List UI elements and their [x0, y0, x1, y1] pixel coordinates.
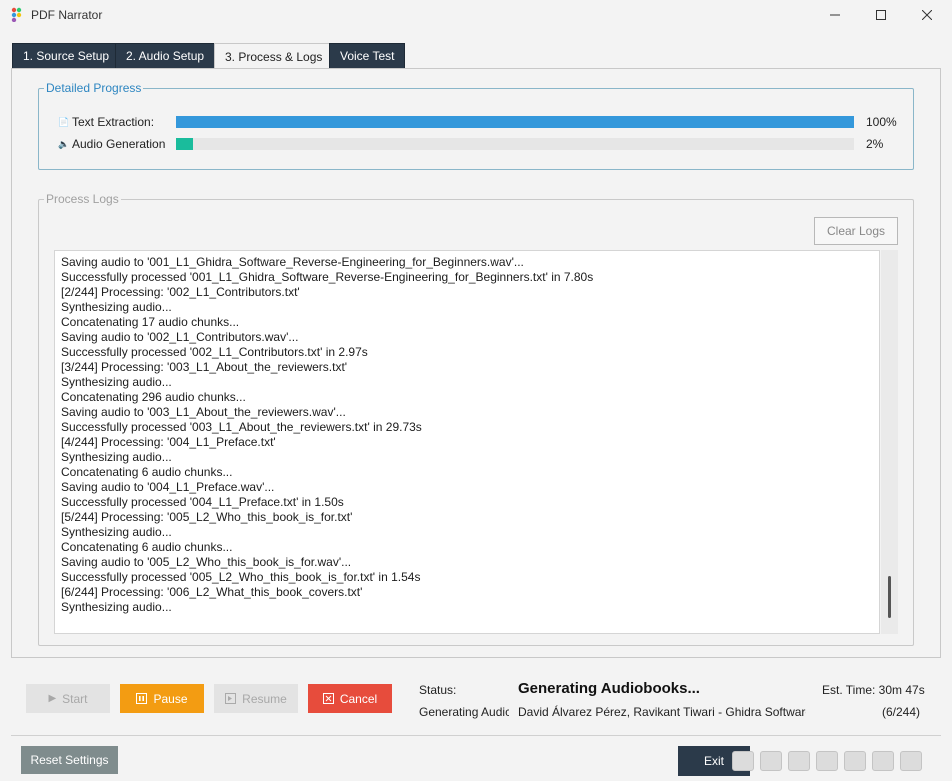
- log-line: Successfully processed '002_L1_Contribut…: [61, 345, 368, 359]
- tab-label: 3. Process & Logs: [225, 50, 323, 64]
- estimated-time: Est. Time: 30m 47s: [822, 683, 925, 697]
- close-button[interactable]: [904, 0, 950, 30]
- clear-logs-button[interactable]: Clear Logs: [814, 217, 898, 245]
- text-extraction-label-text: Text Extraction:: [72, 115, 155, 129]
- minimize-button[interactable]: [812, 0, 858, 30]
- maximize-button[interactable]: [858, 0, 904, 30]
- log-line: Synthesizing audio...: [61, 450, 172, 464]
- tab-audio-setup[interactable]: 2. Audio Setup: [115, 43, 216, 69]
- log-line: [4/244] Processing: '004_L1_Preface.txt': [61, 435, 276, 449]
- log-line: [5/244] Processing: '005_L2_Who_this_boo…: [61, 510, 353, 524]
- log-line: Saving audio to '004_L1_Preface.wav'...: [61, 480, 275, 494]
- title-bar: [0, 0, 952, 30]
- log-line: Saving audio to '005_L2_Who_this_book_is…: [61, 555, 352, 569]
- status-main-text: Generating Audiobooks...: [518, 680, 700, 697]
- preview-thumbnail: [816, 751, 838, 771]
- current-book-text: David Álvarez Pérez, Ravikant Tiwari - G…: [518, 705, 806, 719]
- log-line: Concatenating 296 audio chunks...: [61, 390, 246, 404]
- preview-thumbnail: [760, 751, 782, 771]
- detailed-progress-group: [38, 88, 914, 170]
- cancel-label: Cancel: [339, 691, 378, 706]
- tab-label: 1. Source Setup: [23, 49, 110, 63]
- tab-source-setup[interactable]: 1. Source Setup: [12, 43, 121, 69]
- document-icon: 📄: [58, 116, 70, 127]
- log-line: Saving audio to '003_L1_About_the_review…: [61, 405, 346, 419]
- close-icon: [922, 10, 932, 20]
- tab-voice-test[interactable]: Voice Test: [329, 43, 406, 69]
- log-line: [2/244] Processing: '002_L1_Contributors…: [61, 285, 300, 299]
- tab-process-logs[interactable]: 3. Process & Logs: [214, 43, 334, 70]
- status-label: Status:: [419, 683, 457, 697]
- log-text-area[interactable]: Saving audio to '001_L1_Ghidra_Software_…: [54, 250, 880, 634]
- pause-button[interactable]: Pause: [120, 684, 204, 713]
- maximize-icon: [876, 10, 886, 20]
- log-line: Synthesizing audio...: [61, 525, 172, 539]
- tab-label: Voice Test: [340, 49, 395, 63]
- audio-generation-label-text: Audio Generation: [72, 137, 166, 151]
- text-extraction-progress-fill: [176, 116, 854, 128]
- log-line: [6/244] Processing: '006_L2_What_this_bo…: [61, 585, 363, 599]
- log-line: Synthesizing audio...: [61, 600, 172, 614]
- preview-thumbnail: [788, 751, 810, 771]
- audio-generation-progress-fill: [176, 138, 193, 150]
- text-extraction-label: 📄 Text Extraction:: [58, 115, 154, 129]
- preview-thumbnail: [900, 751, 922, 771]
- pause-icon: [136, 693, 148, 704]
- status-sub-text: Generating Audic: [419, 705, 509, 719]
- taskbar-preview-strip: [728, 748, 952, 774]
- log-line: Synthesizing audio...: [61, 375, 172, 389]
- log-line: Successfully processed '003_L1_About_the…: [61, 420, 422, 434]
- log-line: Concatenating 17 audio chunks...: [61, 315, 240, 329]
- minimize-icon: [830, 14, 840, 16]
- log-line: Successfully processed '004_L1_Preface.t…: [61, 495, 344, 509]
- log-scrollbar-thumb[interactable]: [888, 576, 891, 618]
- resume-icon: [225, 693, 237, 704]
- audio-generation-progress-bar: [176, 138, 854, 150]
- tab-label: 2. Audio Setup: [126, 49, 205, 63]
- reset-settings-button[interactable]: Reset Settings: [21, 746, 118, 774]
- audio-generation-percent: 2%: [866, 137, 884, 151]
- start-label: Start: [62, 691, 88, 706]
- pause-label: Pause: [153, 691, 188, 706]
- preview-thumbnail: [844, 751, 866, 771]
- exit-label: Exit: [704, 754, 725, 768]
- log-line: Concatenating 6 audio chunks...: [61, 465, 233, 479]
- file-count: (6/244): [882, 705, 921, 719]
- speaker-icon: 🔈: [58, 138, 70, 149]
- log-line: Concatenating 6 audio chunks...: [61, 540, 233, 554]
- resume-button[interactable]: Resume: [214, 684, 298, 713]
- text-extraction-progress-bar: [176, 116, 854, 128]
- detailed-progress-legend: Detailed Progress: [44, 81, 144, 95]
- log-line: Successfully processed '001_L1_Ghidra_So…: [61, 270, 594, 284]
- log-line: Saving audio to '002_L1_Contributors.wav…: [61, 330, 299, 344]
- window-title: PDF Narrator: [31, 8, 103, 22]
- log-line: Synthesizing audio...: [61, 300, 172, 314]
- start-button[interactable]: ▶ Start: [26, 684, 110, 713]
- cancel-button[interactable]: Cancel: [308, 684, 392, 713]
- log-line: [3/244] Processing: '003_L1_About_the_re…: [61, 360, 348, 374]
- preview-thumbnail: [872, 751, 894, 771]
- text-extraction-percent: 100%: [866, 115, 897, 129]
- footer-divider: [11, 735, 941, 736]
- resume-label: Resume: [242, 691, 287, 706]
- play-icon: ▶: [48, 693, 57, 704]
- preview-thumbnail: [732, 751, 754, 771]
- audio-generation-label: 🔈 Audio Generation: [58, 137, 165, 151]
- app-logo-icon: [11, 7, 22, 22]
- cancel-icon: [322, 693, 334, 704]
- process-logs-legend: Process Logs: [44, 192, 121, 206]
- log-line: Successfully processed '005_L2_Who_this_…: [61, 570, 421, 584]
- log-line: Saving audio to '001_L1_Ghidra_Software_…: [61, 255, 524, 269]
